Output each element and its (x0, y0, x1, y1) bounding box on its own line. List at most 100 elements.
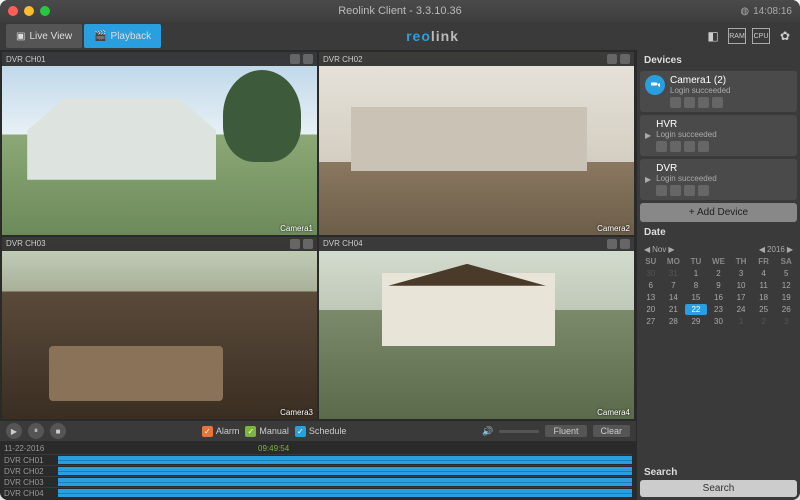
search-icon[interactable] (670, 185, 681, 196)
calendar-day[interactable]: 18 (753, 292, 775, 303)
prev-month-icon[interactable]: ◀ (644, 245, 650, 254)
delete-icon[interactable] (698, 141, 709, 152)
schedule-filter[interactable]: ✓Schedule (295, 426, 347, 437)
cpu-icon[interactable]: CPU (752, 28, 770, 44)
calendar-day[interactable]: 10 (730, 280, 752, 291)
calendar-day[interactable]: 13 (640, 292, 662, 303)
calendar-day[interactable]: 22 (685, 304, 707, 315)
delete-icon[interactable] (698, 185, 709, 196)
calendar-day[interactable]: 7 (663, 280, 685, 291)
manual-filter[interactable]: ✓Manual (245, 426, 289, 437)
search-button[interactable]: Search (640, 480, 797, 497)
calendar-day[interactable]: 20 (640, 304, 662, 315)
calendar-day[interactable]: 15 (685, 292, 707, 303)
calendar-day[interactable]: 30 (708, 316, 730, 327)
calendar-day[interactable]: 6 (640, 280, 662, 291)
calendar-day[interactable]: 30 (640, 268, 662, 279)
chevron-right-icon[interactable]: ▶ (645, 131, 651, 140)
calendar-day[interactable]: 1 (730, 316, 752, 327)
close-icon[interactable] (8, 6, 18, 16)
chevron-right-icon[interactable]: ▶ (645, 175, 651, 184)
gear-icon[interactable]: ✿ (776, 28, 794, 44)
refresh-icon[interactable] (656, 185, 667, 196)
search-icon[interactable] (670, 141, 681, 152)
calendar-day[interactable]: 23 (708, 304, 730, 315)
device-item[interactable]: Camera1 (2) Login succeeded (640, 71, 797, 112)
fluent-button[interactable]: Fluent (545, 425, 586, 437)
snapshot-icon[interactable] (303, 54, 313, 64)
snapshot-icon[interactable] (303, 239, 313, 249)
calendar-day[interactable]: 11 (753, 280, 775, 291)
camera-tile-3[interactable]: DVR CH03 Camera3 (2, 237, 317, 420)
calendar-day[interactable]: 28 (663, 316, 685, 327)
timeline-bar[interactable] (58, 489, 632, 497)
timeline-row[interactable]: DVR CH02 (4, 465, 632, 476)
play-button[interactable]: ▶ (6, 423, 22, 439)
record-icon[interactable] (290, 54, 300, 64)
volume-slider[interactable] (499, 430, 539, 433)
calendar-day[interactable]: 2 (753, 316, 775, 327)
calendar-day[interactable]: 9 (708, 280, 730, 291)
calendar-day[interactable]: 5 (775, 268, 797, 279)
maximize-icon[interactable] (40, 6, 50, 16)
calendar-day[interactable]: 8 (685, 280, 707, 291)
record-icon[interactable] (607, 54, 617, 64)
timeline-row[interactable]: DVR CH04 (4, 487, 632, 498)
refresh-icon[interactable] (656, 141, 667, 152)
pause-button[interactable]: ⏸ (28, 423, 44, 439)
settings-icon[interactable] (698, 97, 709, 108)
calendar-year[interactable]: 2016 (767, 245, 785, 254)
inbox-icon[interactable]: ◧ (704, 28, 722, 44)
volume-icon[interactable]: 🔊 (482, 426, 493, 437)
alarm-filter[interactable]: ✓Alarm (202, 426, 240, 437)
timeline-bar[interactable] (58, 467, 632, 475)
calendar-day[interactable]: 1 (685, 268, 707, 279)
calendar-day[interactable]: 12 (775, 280, 797, 291)
search-icon[interactable] (684, 97, 695, 108)
next-year-icon[interactable]: ▶ (787, 245, 793, 254)
calendar-day[interactable]: 29 (685, 316, 707, 327)
calendar-day[interactable]: 4 (753, 268, 775, 279)
refresh-icon[interactable] (670, 97, 681, 108)
snapshot-icon[interactable] (620, 54, 630, 64)
calendar-day[interactable]: 2 (708, 268, 730, 279)
timeline-bar[interactable] (58, 456, 632, 464)
live-view-tab[interactable]: ▣ Live View (6, 24, 82, 48)
calendar-day[interactable]: 19 (775, 292, 797, 303)
record-icon[interactable] (290, 239, 300, 249)
camera-tile-1[interactable]: DVR CH01 Camera1 (2, 52, 317, 235)
playback-tab[interactable]: 🎬 Playback (84, 24, 161, 48)
camera-tile-2[interactable]: DVR CH02 Camera2 (319, 52, 634, 235)
timeline-row[interactable]: DVR CH01 (4, 454, 632, 465)
calendar-day[interactable]: 3 (775, 316, 797, 327)
settings-icon[interactable] (684, 185, 695, 196)
minimize-icon[interactable] (24, 6, 34, 16)
calendar-day[interactable]: 21 (663, 304, 685, 315)
calendar-day[interactable]: 3 (730, 268, 752, 279)
snapshot-icon[interactable] (620, 239, 630, 249)
calendar-day[interactable]: 24 (730, 304, 752, 315)
add-device-button[interactable]: + Add Device (640, 203, 797, 222)
calendar-day[interactable]: 27 (640, 316, 662, 327)
timeline-row[interactable]: DVR CH03 (4, 476, 632, 487)
delete-icon[interactable] (712, 97, 723, 108)
camera-tile-4[interactable]: DVR CH04 Camera4 (319, 237, 634, 420)
device-item[interactable]: ▶ HVR Login succeeded (640, 115, 797, 156)
calendar-day[interactable]: 16 (708, 292, 730, 303)
calendar-day[interactable]: 25 (753, 304, 775, 315)
settings-icon[interactable] (684, 141, 695, 152)
ram-icon[interactable]: RAM (728, 28, 746, 44)
record-icon[interactable] (607, 239, 617, 249)
calendar-day[interactable]: 17 (730, 292, 752, 303)
calendar-day[interactable]: 26 (775, 304, 797, 315)
timeline-bar[interactable] (58, 478, 632, 486)
calendar-day[interactable]: 31 (663, 268, 685, 279)
prev-year-icon[interactable]: ◀ (759, 245, 765, 254)
calendar-month[interactable]: Nov (652, 245, 666, 254)
calendar-day[interactable]: 14 (663, 292, 685, 303)
stop-button[interactable]: ■ (50, 423, 66, 439)
device-item[interactable]: ▶ DVR Login succeeded (640, 159, 797, 200)
next-month-icon[interactable]: ▶ (668, 245, 674, 254)
clear-button[interactable]: Clear (593, 425, 631, 437)
timeline[interactable]: 11-22-2016 09:49:54 DVR CH01DVR CH02DVR … (0, 441, 636, 500)
